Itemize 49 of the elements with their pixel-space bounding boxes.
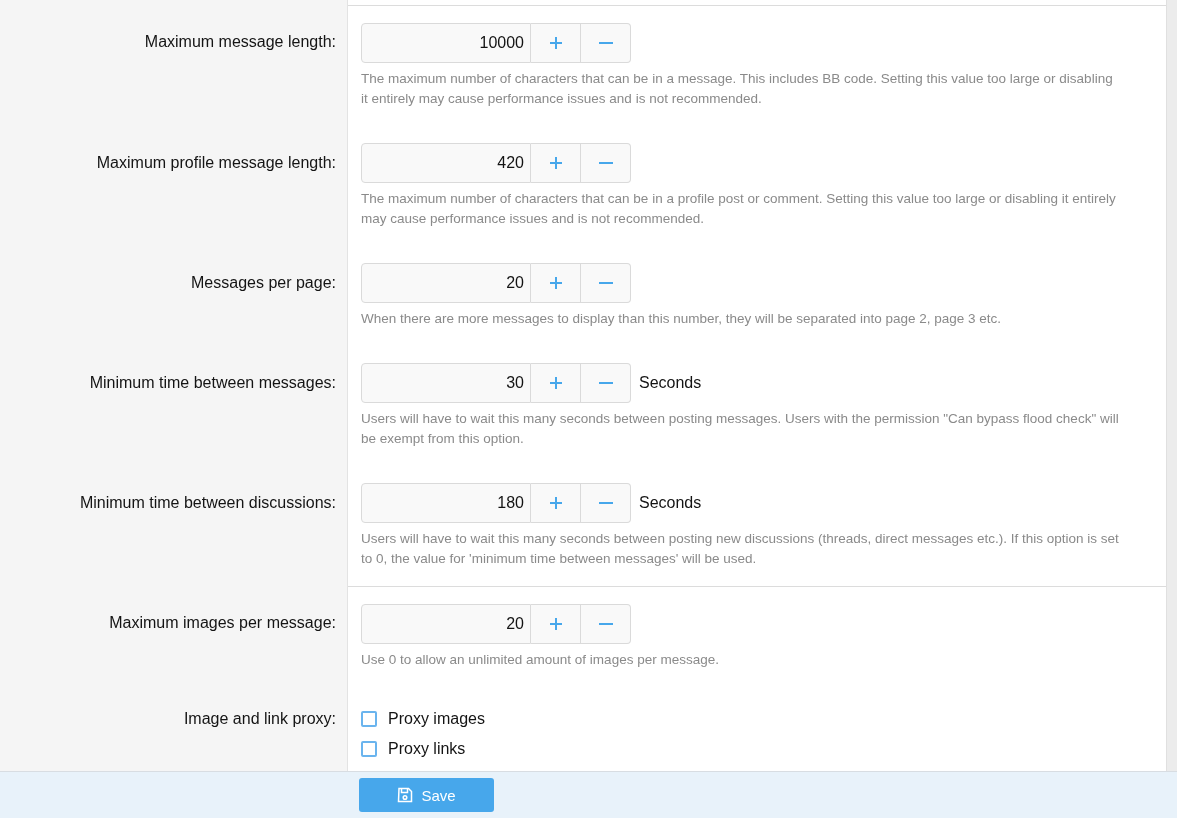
number-input[interactable]: 20 <box>361 604 531 644</box>
plus-icon <box>548 496 563 510</box>
option-hint: The maximum number of characters that can be in a profile post or comment. Setting this value too large or disabling it entirely may cause performance issues and is not recommended. <box>361 190 1117 228</box>
number-input[interactable]: 30 <box>361 363 531 403</box>
number-input[interactable]: 10000 <box>361 23 531 63</box>
decrement-button[interactable] <box>581 263 631 303</box>
unit-label: Seconds <box>639 374 702 392</box>
decrement-button[interactable] <box>581 483 631 523</box>
option-hint: When there are more messages to display than this number, they will be separated into page 2, page 3 etc. <box>361 310 1003 328</box>
checkbox-label[interactable]: Proxy images <box>388 710 485 728</box>
checkbox-label[interactable]: Proxy links <box>388 740 466 758</box>
checkbox[interactable] <box>361 711 377 727</box>
decrement-button[interactable] <box>581 604 631 644</box>
increment-button[interactable] <box>531 604 581 644</box>
number-input[interactable]: 20 <box>361 263 531 303</box>
number-input[interactable]: 420 <box>361 143 531 183</box>
plus-icon <box>548 36 563 50</box>
plus-icon <box>548 617 563 631</box>
option-hint: Use 0 to allow an unlimited amount of images per message. <box>361 651 720 669</box>
decrement-button[interactable] <box>581 23 631 63</box>
option-hint: Users will have to wait this many seconds between posting messages. Users with the permission "Can bypass flood check" will be exempt from this option. <box>361 410 1119 448</box>
decrement-button[interactable] <box>581 143 631 183</box>
plus-icon <box>548 376 563 390</box>
minus-icon <box>598 623 613 625</box>
increment-button[interactable] <box>531 143 581 183</box>
option-hint: Users will have to wait this many seconds between posting new discussions (threads, direct messages etc.). If this option is set to 0, the value for 'minimum time between messages' will be used. <box>361 530 1119 568</box>
increment-button[interactable] <box>531 483 581 523</box>
unit-label: Seconds <box>639 494 702 512</box>
increment-button[interactable] <box>531 23 581 63</box>
option-label: Maximum images per message: <box>109 613 336 633</box>
increment-button[interactable] <box>531 363 581 403</box>
plus-icon <box>548 156 563 170</box>
option-hint: The maximum number of characters that can be in a message. This includes BB code. Setting this value too large or disabling it entirely may cause performance issues and is not recommended. <box>361 70 1114 108</box>
option-label: Minimum time between discussions: <box>79 493 336 513</box>
plus-icon <box>548 276 563 290</box>
number-input[interactable]: 180 <box>361 483 531 523</box>
minus-icon <box>598 42 613 44</box>
option-label: Minimum time between messages: <box>89 373 336 393</box>
minus-icon <box>598 382 613 384</box>
option-label: Maximum message length: <box>144 32 336 52</box>
minus-icon <box>598 162 613 164</box>
minus-icon <box>598 502 613 504</box>
decrement-button[interactable] <box>581 363 631 403</box>
increment-button[interactable] <box>531 263 581 303</box>
option-label: Image and link proxy: <box>183 709 336 729</box>
checkbox[interactable] <box>361 741 377 757</box>
option-label: Messages per page: <box>191 273 336 293</box>
option-label: Maximum profile message length: <box>96 153 336 173</box>
minus-icon <box>598 282 613 284</box>
